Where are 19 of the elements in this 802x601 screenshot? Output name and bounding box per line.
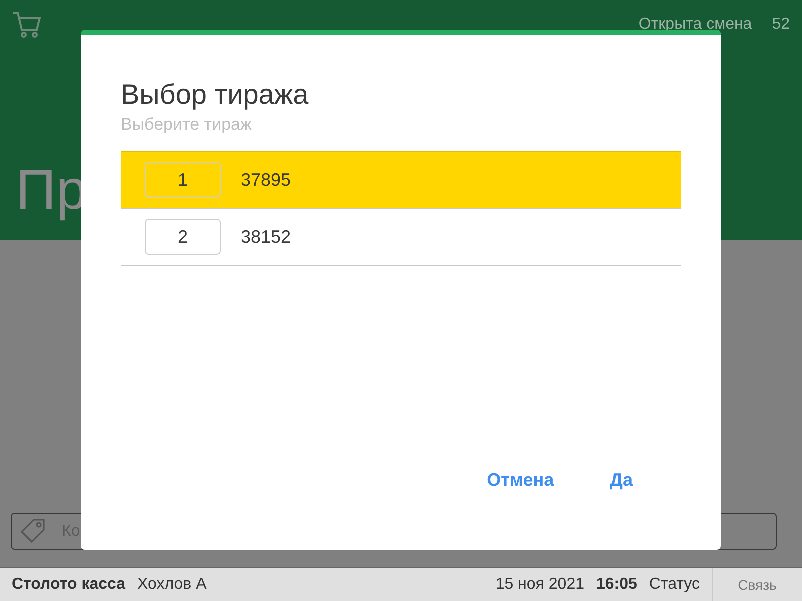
confirm-button[interactable]: Да: [602, 466, 641, 495]
draw-row[interactable]: 1 37895: [121, 152, 681, 209]
date: 15 ноя 2021: [494, 576, 586, 594]
tag-icon: [19, 518, 47, 546]
draw-number: 37895: [241, 170, 292, 190]
cart-icon[interactable]: [12, 10, 42, 40]
shift-number: 52: [772, 16, 790, 34]
user-name: Хохлов А: [136, 576, 208, 594]
draw-number: 38152: [241, 226, 292, 248]
draw-index: 1: [145, 162, 221, 198]
shift-status: Открыта смена: [638, 16, 752, 34]
status-label: Статус: [648, 576, 701, 594]
draw-row[interactable]: 2 38152: [121, 209, 681, 266]
app-name: Столото касса: [11, 576, 127, 594]
draw-index: 2: [145, 219, 221, 255]
cancel-button[interactable]: Отмена: [479, 466, 562, 495]
dialog-subtitle: Выберите тираж: [121, 115, 252, 135]
dialog-title: Выбор тиража: [121, 79, 310, 111]
time: 16:05: [596, 576, 638, 594]
